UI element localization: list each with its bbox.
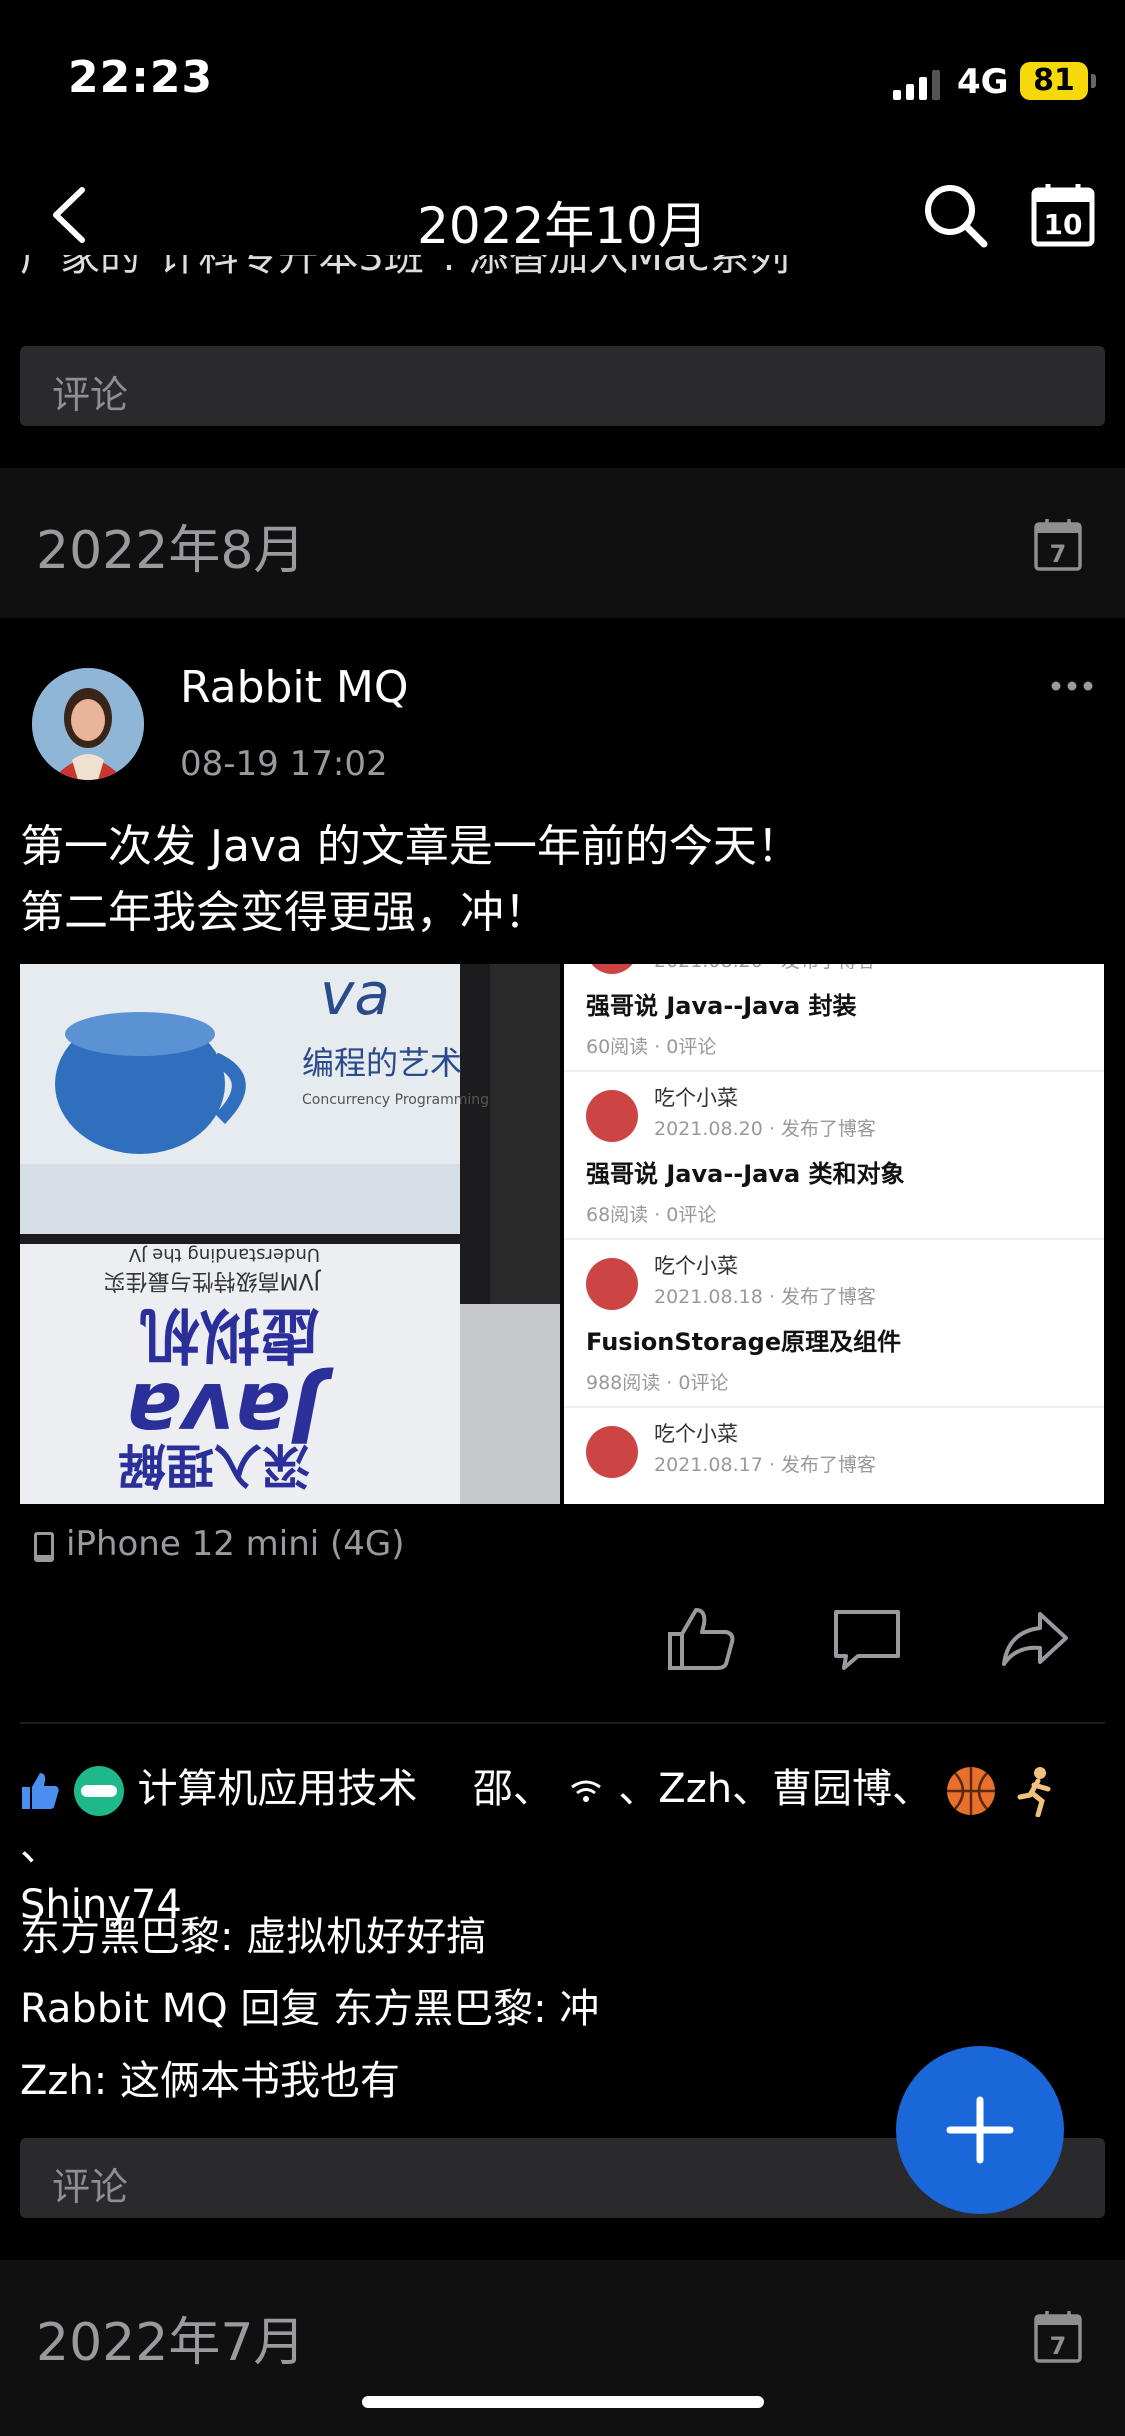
phone-icon bbox=[34, 1532, 54, 1562]
month-label: 2022年7月 bbox=[36, 2313, 306, 2373]
comment-reply-to[interactable]: 东方黑巴黎 bbox=[333, 1986, 533, 2032]
svg-text:编程的艺术: 编程的艺术 bbox=[302, 1044, 462, 1082]
avatar bbox=[586, 964, 638, 974]
svg-text:JVM高级特性与最佳实: JVM高级特性与最佳实 bbox=[103, 1268, 322, 1293]
plus-icon bbox=[946, 2096, 1014, 2164]
svg-text:7: 7 bbox=[1050, 2332, 1067, 2360]
status-time: 22:23 bbox=[68, 52, 214, 103]
post-photo-screenshot[interactable]: 2021.08.20 · 发布了博客 强哥说 Java--Java 封装 60阅… bbox=[564, 964, 1104, 1504]
comment-item[interactable]: 东方黑巴黎: 虚拟机好好搞 bbox=[20, 1904, 486, 1962]
list-item: 吃个小菜 2021.08.17 · 发布了博客 bbox=[564, 1408, 1104, 1504]
divider bbox=[20, 1722, 1105, 1724]
svg-text:10: 10 bbox=[1044, 208, 1083, 241]
comment-author[interactable]: 东方黑巴黎 bbox=[20, 1914, 220, 1960]
svg-text:7: 7 bbox=[1050, 540, 1067, 568]
month-header-july: 2022年7月 7 bbox=[0, 2260, 1125, 2436]
like-name[interactable]: 邵、 bbox=[473, 1766, 553, 1812]
comment-text: 虚拟机好好搞 bbox=[246, 1914, 487, 1960]
post-text-line: 第一次发 Java 的文章是一年前的今天！ bbox=[20, 821, 801, 872]
comment-item[interactable]: Rabbit MQ 回复 东方黑巴黎: 冲 bbox=[20, 1976, 599, 2034]
comment-author[interactable]: Zzh bbox=[20, 2058, 94, 2104]
comment-item[interactable]: Zzh: 这俩本书我也有 bbox=[20, 2048, 400, 2106]
post-author[interactable]: Rabbit MQ bbox=[180, 662, 409, 713]
comment-author[interactable]: Rabbit MQ bbox=[20, 1986, 228, 2032]
device-label: iPhone 12 mini (4G) bbox=[66, 1524, 405, 1564]
post-time: 08-19 17:02 bbox=[180, 744, 388, 784]
svg-text:Understanding the JV: Understanding the JV bbox=[128, 1244, 320, 1265]
thumbs-up-icon bbox=[22, 1773, 59, 1809]
basketball-icon bbox=[946, 1767, 995, 1815]
avatar bbox=[586, 1258, 638, 1310]
comment-placeholder: 评论 bbox=[52, 2165, 129, 2209]
battery-tip bbox=[1091, 74, 1096, 88]
runner-icon bbox=[1017, 1767, 1050, 1817]
calendar-icon[interactable]: 7 bbox=[1033, 2310, 1083, 2364]
books-photo: va 编程的艺术 Concurrency Programming 深入理解 Ja… bbox=[20, 964, 560, 1504]
month-label: 2022年8月 bbox=[36, 521, 306, 581]
avatar bbox=[586, 1426, 638, 1478]
post-text: 第一次发 Java 的文章是一年前的今天！ 第二年我会变得更强，冲！ bbox=[20, 814, 801, 946]
signal-icon bbox=[893, 70, 940, 100]
nav-bar: 2022年10月 10 bbox=[0, 160, 1125, 270]
month-header-august: 2022年8月 7 bbox=[0, 468, 1125, 618]
more-icon[interactable] bbox=[1050, 676, 1094, 696]
svg-text:Java: Java bbox=[125, 1364, 334, 1459]
search-icon[interactable] bbox=[920, 180, 990, 250]
status-bar: 22:23 4G 81 bbox=[0, 0, 1125, 160]
avatar[interactable] bbox=[32, 668, 144, 780]
svg-text:Concurrency Programming: Concurrency Programming bbox=[302, 1092, 489, 1108]
avatar bbox=[586, 1090, 638, 1142]
wifi-icon bbox=[570, 1780, 601, 1802]
list-item: 吃个小菜 2021.08.20 · 发布了博客 强哥说 Java--Java 类… bbox=[564, 1072, 1104, 1240]
svg-text:va: va bbox=[320, 964, 390, 1028]
calendar-icon[interactable]: 7 bbox=[1033, 518, 1083, 572]
network-label: 4G bbox=[957, 62, 1009, 102]
like-name[interactable]: 、Zzh、曹园博、 bbox=[618, 1766, 932, 1812]
like-name[interactable]: 计算机应用技术 bbox=[137, 1766, 417, 1812]
calendar-icon[interactable]: 10 bbox=[1030, 182, 1096, 248]
comment-icon[interactable] bbox=[830, 1604, 904, 1674]
share-icon[interactable] bbox=[998, 1604, 1072, 1674]
avatar-image bbox=[32, 668, 144, 780]
comment-input-previous[interactable]: 评论 bbox=[20, 346, 1105, 426]
comment-placeholder: 评论 bbox=[52, 373, 129, 417]
like-icon[interactable] bbox=[664, 1604, 738, 1674]
battery-icon: 81 bbox=[1020, 62, 1088, 100]
post-photo-books[interactable]: va 编程的艺术 Concurrency Programming 深入理解 Ja… bbox=[20, 964, 560, 1504]
post-text-line: 第二年我会变得更强，冲！ bbox=[20, 887, 548, 938]
like-name[interactable]: 、 bbox=[20, 1824, 60, 1870]
add-post-button[interactable] bbox=[896, 2046, 1064, 2214]
home-indicator[interactable] bbox=[362, 2396, 764, 2408]
previous-post-text: 广家的"计科专升本3班": 添替加入Mac系列 bbox=[20, 255, 790, 280]
comment-text: 冲 bbox=[559, 1986, 600, 2032]
list-item: 吃个小菜 2021.08.18 · 发布了博客 FusionStorage原理及… bbox=[564, 1240, 1104, 1408]
avatar bbox=[73, 1766, 124, 1816]
svg-text:虚拟机: 虚拟机 bbox=[140, 1299, 320, 1369]
list-item: 2021.08.20 · 发布了博客 强哥说 Java--Java 封装 60阅… bbox=[564, 964, 1104, 1072]
comment-text: 这俩本书我也有 bbox=[119, 2058, 400, 2104]
